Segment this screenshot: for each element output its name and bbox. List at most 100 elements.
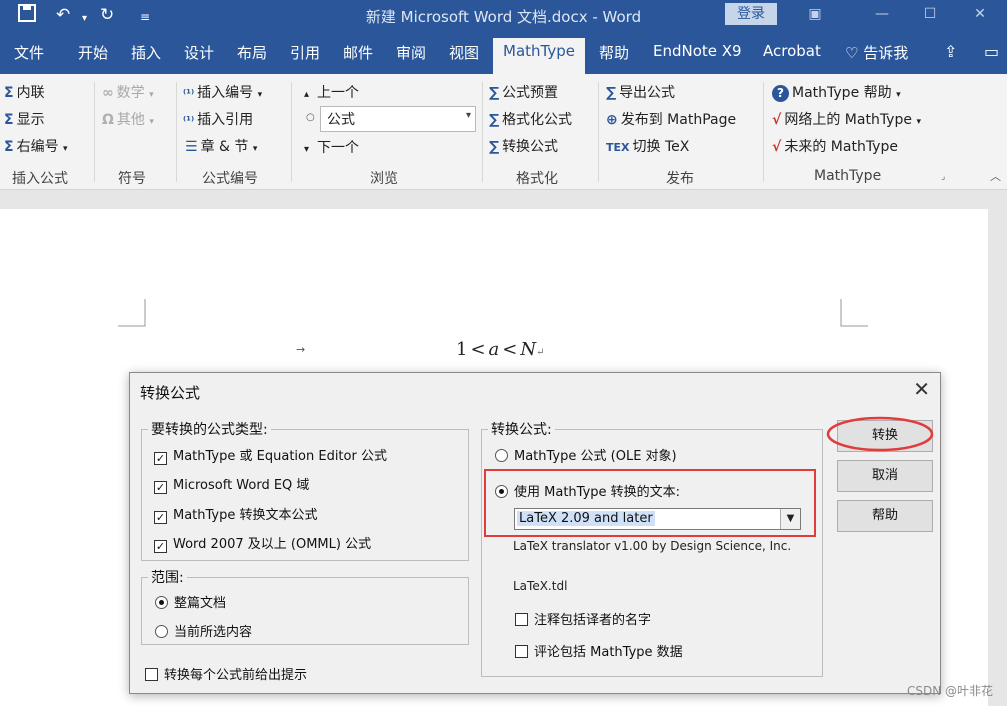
convert-ole-radio[interactable]: MathType 公式 (OLE 对象) [495, 445, 677, 464]
web-icon: √ [772, 112, 782, 128]
group-separator [763, 82, 764, 182]
include-mathtype-data-checkbox[interactable]: 评论包括 MathType 数据 [515, 641, 683, 660]
group-label-format: 格式化 [516, 171, 558, 187]
tab-design[interactable]: 设计 [184, 42, 214, 63]
tab-endnote[interactable]: EndNote X9 [653, 42, 742, 60]
close-icon[interactable]: ✕ [970, 4, 990, 24]
group-label-numbering: 公式编号 [202, 171, 258, 187]
arrow-down-icon: ▾ [304, 144, 310, 155]
ribbon-display-icon[interactable]: ▣ [805, 4, 825, 24]
tab-mark: → [296, 343, 306, 356]
other-symbols-button[interactable]: Ω 其他 ▾ [102, 109, 154, 129]
group-separator [94, 82, 95, 182]
tab-mathtype[interactable]: MathType [493, 38, 585, 74]
vertical-scrollbar[interactable] [988, 191, 1007, 706]
tell-me-search[interactable]: ♡ 告诉我 [845, 42, 908, 63]
insert-reference-button[interactable]: ⁽¹⁾ 插入引用 [183, 109, 253, 129]
scope-whole-document-radio[interactable]: 整篇文档 [155, 592, 226, 611]
chapter-section-button[interactable]: ☰ 章 & 节 ▾ [185, 136, 257, 156]
type-eq-field-checkbox[interactable]: ✓ Microsoft Word EQ 域 [154, 474, 309, 494]
checkbox-icon [515, 613, 528, 626]
mathtype-future-button[interactable]: √ 未来的 MathType [772, 136, 898, 156]
convert-formula-button[interactable]: ∑ 转换公式 [489, 136, 558, 156]
globe-icon: ⊕ [606, 112, 618, 128]
help-icon: ? [772, 85, 789, 102]
dialog-title: 转换公式 [140, 384, 201, 402]
maximize-icon[interactable]: ☐ [920, 4, 940, 24]
help-button[interactable]: 帮助 [837, 500, 933, 532]
tab-help[interactable]: 帮助 [599, 42, 629, 63]
export-icon: ∑ [606, 85, 617, 101]
insert-number-button[interactable]: ⁽¹⁾ 插入编号 ▾ [183, 82, 262, 102]
chevron-down-icon: ▾ [916, 117, 921, 127]
chevron-down-icon[interactable]: ▼ [780, 509, 800, 529]
chevron-down-icon: ▾ [149, 90, 154, 100]
margin-corner [840, 299, 868, 327]
group-separator [291, 82, 292, 182]
preset-icon: ∑ [489, 85, 500, 101]
scope-group-label: 范围: [151, 570, 184, 586]
watermark: CSDN @叶非花 [906, 684, 993, 698]
prompt-each-checkbox[interactable]: 转换每个公式前给出提示 [145, 664, 307, 683]
translator-value: LaTeX 2.09 and later [517, 511, 655, 526]
checkbox-icon: ✓ [154, 452, 167, 465]
publish-mathpage-button[interactable]: ⊕ 发布到 MathPage [606, 109, 736, 129]
tab-file[interactable]: 文件 [14, 42, 44, 63]
chevron-down-icon: ▾ [252, 144, 258, 154]
convert-icon: ∑ [489, 139, 500, 155]
tab-references[interactable]: 引用 [290, 42, 320, 63]
toggle-tex-button[interactable]: TEX 切换 TeX [606, 136, 689, 156]
browse-combo[interactable]: 公式 ▾ [320, 106, 476, 132]
checkbox-icon: ✓ [154, 511, 167, 524]
tab-review[interactable]: 审阅 [396, 42, 426, 63]
collapse-ribbon-icon[interactable]: ︿ [990, 168, 1001, 184]
minimize-icon[interactable]: — [872, 4, 892, 24]
tab-layout[interactable]: 布局 [237, 42, 267, 63]
dialog-launcher-icon[interactable]: ⌟ [941, 172, 945, 182]
cancel-button[interactable]: 取消 [837, 460, 933, 492]
number-icon: ⁽¹⁾ [183, 87, 195, 100]
include-translator-name-checkbox[interactable]: 注释包括译者的名字 [515, 609, 651, 628]
checkbox-icon [515, 645, 528, 658]
ribbon: Σ 内联 Σ 显示 Σ 右编号 ▾ 插入公式 ∞ 数学 ▾ Ω 其他 ▾ 符号 ⁽¹⁾ 插入… [0, 74, 1007, 190]
export-formula-button[interactable]: ∑ 导出公式 [606, 82, 675, 102]
convert-text-radio[interactable]: 使用 MathType 转换的文本: [495, 481, 680, 500]
future-icon: √ [772, 139, 782, 155]
tab-home[interactable]: 开始 [78, 42, 108, 63]
tab-view[interactable]: 视图 [449, 42, 479, 63]
tab-insert[interactable]: 插入 [131, 42, 161, 63]
share-icon[interactable]: ⇪ [944, 42, 966, 62]
mathtype-web-button[interactable]: √ 网络上的 MathType ▾ [772, 109, 921, 129]
sigma-icon: Σ [4, 139, 14, 155]
radio-icon [495, 485, 508, 498]
type-text-formula-checkbox[interactable]: ✓ MathType 转换文本公式 [154, 504, 318, 524]
right-numbered-button[interactable]: Σ 右编号 ▾ [4, 136, 68, 156]
display-button[interactable]: Σ 显示 [4, 109, 45, 129]
type-mathtype-checkbox[interactable]: ✓ MathType 或 Equation Editor 公式 [154, 445, 387, 465]
reference-icon: ⁽¹⁾ [183, 114, 195, 127]
group-separator [176, 82, 177, 182]
tab-mailings[interactable]: 邮件 [343, 42, 373, 63]
login-button[interactable]: 登录 [725, 3, 777, 25]
chevron-down-icon: ▾ [63, 144, 68, 154]
scope-selection-radio[interactable]: 当前所选内容 [155, 621, 252, 640]
math-symbols-button[interactable]: ∞ 数学 ▾ [102, 82, 154, 102]
format-formula-button[interactable]: ∑ 格式化公式 [489, 109, 572, 129]
radio-icon [495, 449, 508, 462]
inline-button[interactable]: Σ 内联 [4, 82, 45, 102]
translator-description: LaTeX translator v1.00 by Design Science… [513, 539, 792, 553]
translator-select[interactable]: LaTeX 2.09 and later ▼ [514, 508, 801, 530]
infinity-icon: ∞ [102, 85, 114, 101]
radio-icon [155, 596, 168, 609]
previous-button[interactable]: ▴ 上一个 [304, 82, 359, 102]
comment-icon[interactable]: ▭ [984, 42, 1006, 62]
type-omml-checkbox[interactable]: ✓ Word 2007 及以上 (OMML) 公式 [154, 533, 371, 553]
checkbox-icon [145, 668, 158, 681]
mathtype-help-button[interactable]: ? MathType 帮助 ▾ [772, 82, 901, 102]
formula[interactable]: 1 < a < N↵ [456, 339, 545, 360]
formula-preset-button[interactable]: ∑ 公式预置 [489, 82, 558, 102]
next-button[interactable]: ▾ 下一个 [304, 137, 359, 157]
bullet-icon: ○ [306, 112, 315, 123]
tab-acrobat[interactable]: Acrobat [763, 42, 821, 60]
close-icon[interactable]: ✕ [913, 377, 930, 401]
